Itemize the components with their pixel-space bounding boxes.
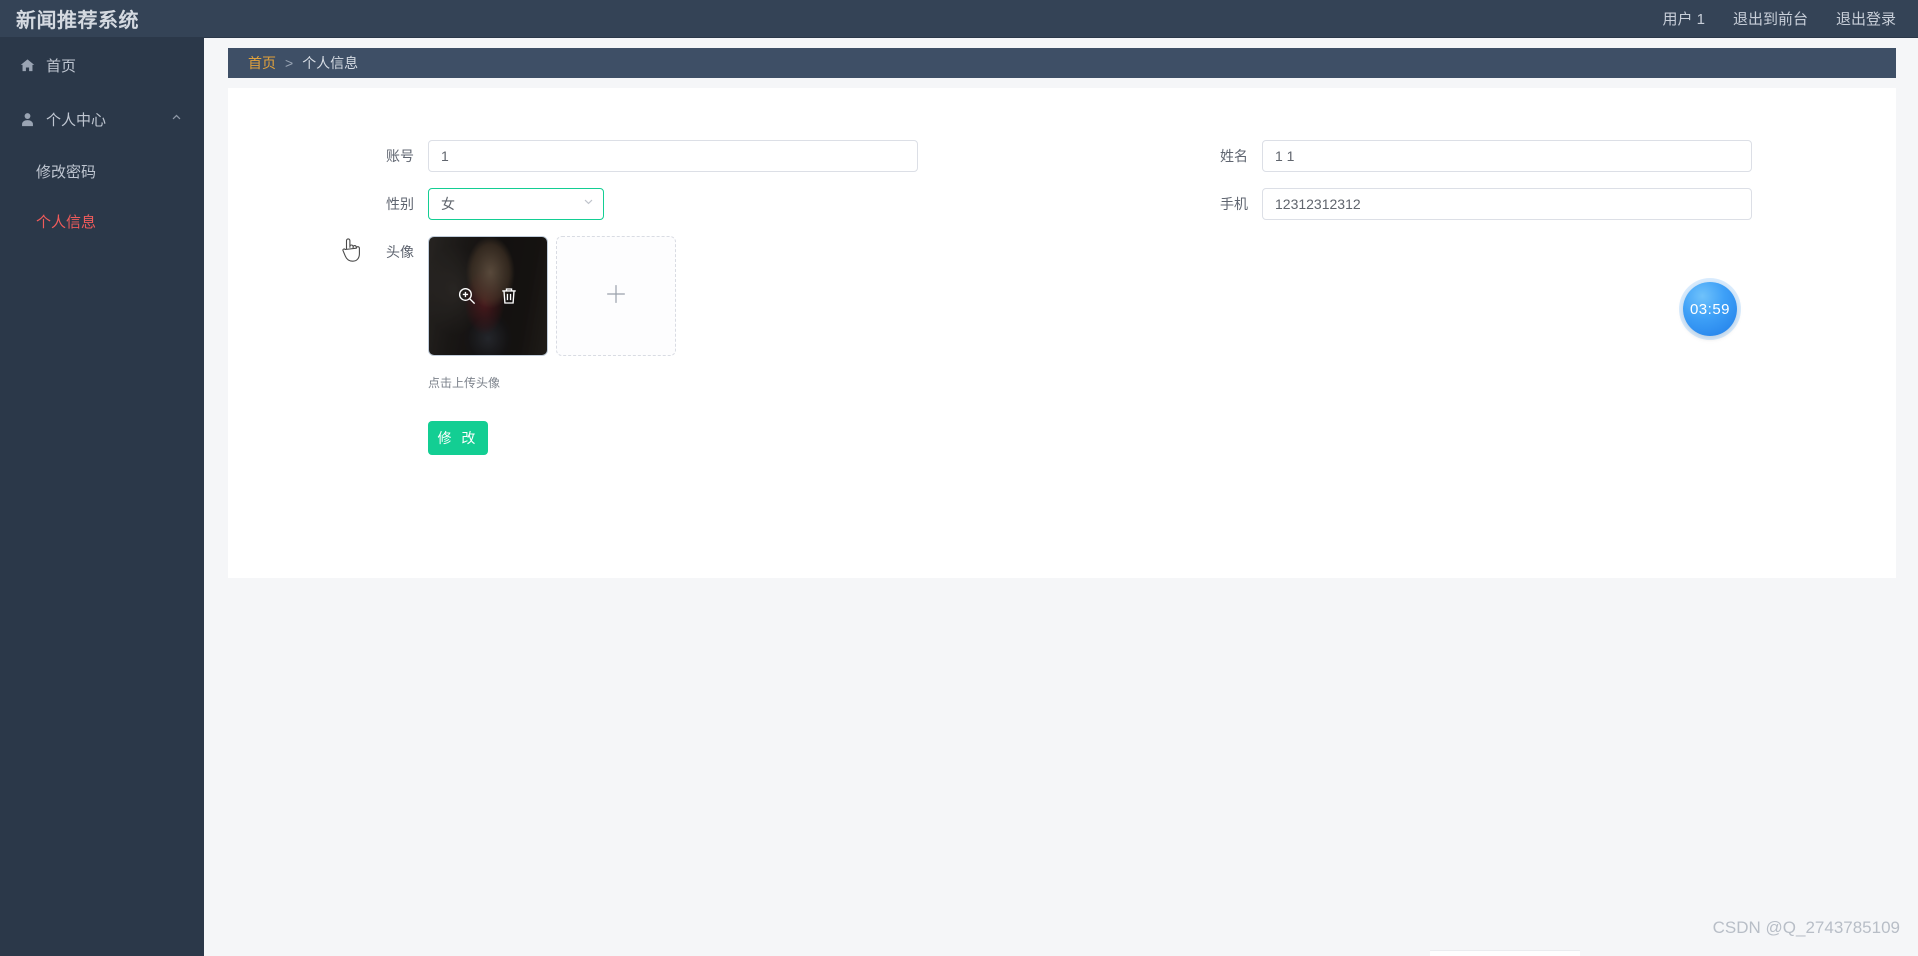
form-row-avatar: 头像 点击上传头像 修 改: [228, 236, 1896, 455]
current-user-label[interactable]: 用户 1: [1662, 8, 1705, 29]
gender-select-value: 女: [441, 196, 455, 212]
sidebar-item-personal-info[interactable]: 个人信息: [0, 196, 204, 246]
form-row-account-name: 账号 1 姓名 1 1: [228, 140, 1896, 172]
breadcrumb-separator: >: [285, 55, 294, 71]
breadcrumb-current-page: 个人信息: [302, 55, 359, 71]
chevron-down-icon: [583, 189, 594, 219]
browser-bottom-strip: [1430, 950, 1580, 956]
sidebar-item-change-password[interactable]: 修改密码: [0, 146, 204, 196]
name-label: 姓名: [1220, 148, 1248, 164]
breadcrumb: 首页 > 个人信息: [228, 48, 1896, 78]
profile-form-card: 账号 1 姓名 1 1 性别 女 手机 12312312312 头像 点击上传头…: [228, 88, 1896, 578]
trash-icon[interactable]: [499, 286, 519, 306]
phone-input[interactable]: 12312312312: [1262, 188, 1752, 220]
header-actions: 用户 1 退出到前台 退出登录: [1662, 8, 1918, 29]
countdown-timer-badge[interactable]: 03:59: [1683, 282, 1737, 336]
save-button[interactable]: 修 改: [428, 421, 488, 455]
top-header-bar: 新闻推荐系统 用户 1 退出到前台 退出登录: [0, 0, 1918, 38]
sidebar-item-personal-center-label: 个人中心: [46, 111, 107, 129]
field-phone: 手机 12312312312: [1062, 188, 1896, 220]
phone-label: 手机: [1220, 196, 1248, 212]
app-brand-title: 新闻推荐系统: [16, 10, 139, 32]
gender-select[interactable]: 女: [428, 188, 604, 220]
main-content-area: 首页 > 个人信息 账号 1 姓名 1 1 性别 女 手机 1231231231…: [204, 38, 1918, 956]
name-input[interactable]: 1 1: [1262, 140, 1752, 172]
sidebar-item-personal-center[interactable]: 个人中心: [0, 92, 204, 146]
avatar-upload-hint: 点击上传头像: [428, 376, 501, 390]
field-gender: 性别 女: [228, 188, 1062, 220]
avatar-upload-list: [428, 236, 1896, 356]
account-label: 账号: [386, 148, 414, 164]
breadcrumb-home-link[interactable]: 首页: [248, 53, 276, 73]
field-account: 账号 1: [228, 140, 1062, 172]
sidebar-item-change-password-label: 修改密码: [36, 163, 97, 181]
avatar-hover-actions: [429, 237, 547, 355]
sidebar-item-home[interactable]: 首页: [0, 38, 204, 92]
avatar-thumbnail[interactable]: [428, 236, 548, 356]
user-icon: [20, 112, 42, 127]
account-input[interactable]: 1: [428, 140, 918, 172]
sidebar-nav: 首页 个人中心 修改密码 个人信息: [0, 38, 204, 956]
chevron-up-icon: [171, 112, 182, 126]
sidebar-item-home-label: 首页: [46, 57, 77, 75]
sidebar-item-personal-info-label: 个人信息: [36, 213, 97, 231]
countdown-timer-value: 03:59: [1689, 300, 1731, 318]
logout-link[interactable]: 退出登录: [1836, 8, 1896, 29]
exit-to-frontend-link[interactable]: 退出到前台: [1733, 8, 1808, 29]
zoom-in-icon[interactable]: [457, 286, 477, 306]
gender-label: 性别: [386, 196, 414, 212]
field-avatar: 头像 点击上传头像 修 改: [228, 236, 1896, 455]
field-name: 姓名 1 1: [1062, 140, 1896, 172]
profile-form: 账号 1 姓名 1 1 性别 女 手机 12312312312 头像 点击上传头…: [228, 140, 1896, 455]
plus-icon: [603, 281, 629, 312]
csdn-watermark: CSDN @Q_2743785109: [1712, 918, 1900, 937]
form-row-gender-phone: 性别 女 手机 12312312312: [228, 188, 1896, 220]
avatar-label: 头像: [386, 244, 414, 260]
avatar-add-button[interactable]: [556, 236, 676, 356]
home-icon: [20, 58, 42, 73]
